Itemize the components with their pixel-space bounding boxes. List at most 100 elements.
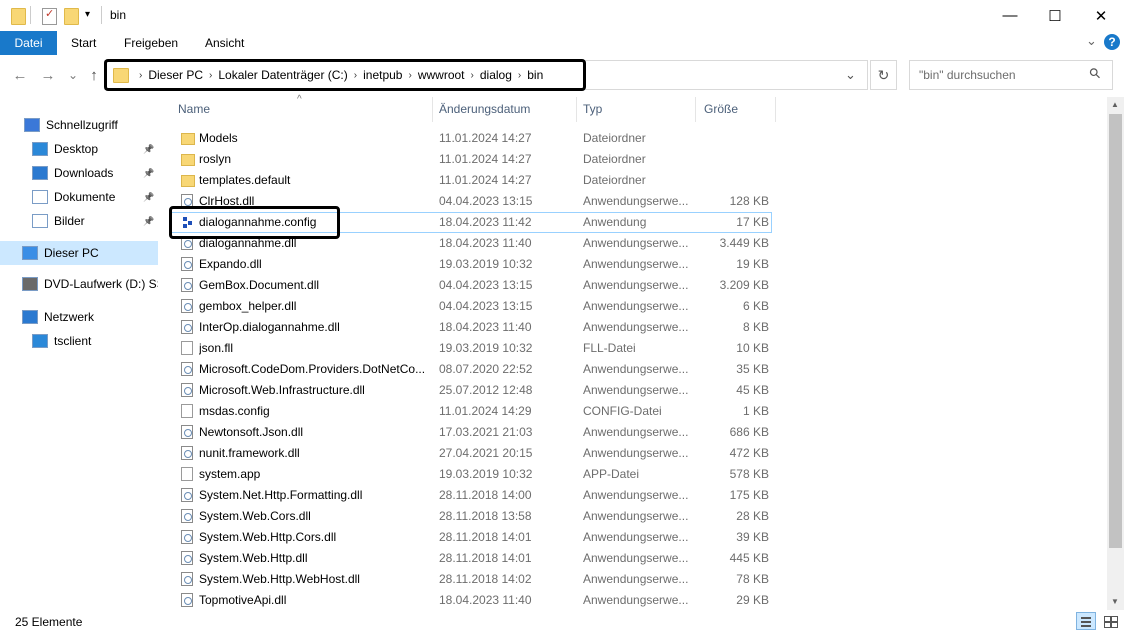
column-divider[interactable] xyxy=(695,97,696,122)
sidebar-item-downloads[interactable]: Downloads 📌 xyxy=(0,161,158,185)
file-type: Dateiordner xyxy=(583,152,646,166)
new-folder-icon[interactable] xyxy=(64,8,79,25)
search-icon[interactable]: ⚲ xyxy=(1085,64,1104,83)
column-divider[interactable] xyxy=(576,97,577,122)
file-row[interactable]: Expando.dll 19.03.2019 10:32 Anwendungserw… xyxy=(171,254,771,275)
tab-freigeben[interactable]: Freigeben xyxy=(124,31,178,55)
file-date: 04.04.2023 13:15 xyxy=(439,299,533,313)
address-dropdown-icon[interactable]: ⌄ xyxy=(845,67,856,83)
file-name: gembox_helper.dll xyxy=(199,299,297,313)
file-row[interactable]: Microsoft.Web.Infrastructure.dll 25.07.20… xyxy=(171,380,771,401)
file-row[interactable]: System.Web.Http.WebHost.dll 28.11.2018 14… xyxy=(171,569,771,590)
dll-file-icon xyxy=(181,299,193,313)
file-date: 11.01.2024 14:27 xyxy=(439,152,532,166)
sidebar-item-desktop[interactable]: Desktop 📌 xyxy=(0,137,158,161)
documents-icon xyxy=(32,190,48,204)
search-input[interactable]: "bin" durchsuchen ⚲ xyxy=(909,60,1113,90)
folder-file-icon xyxy=(181,154,195,166)
sidebar-item-netzwerk[interactable]: Netzwerk xyxy=(0,305,158,329)
file-size: 175 KB xyxy=(729,488,769,502)
file-row[interactable]: msdas.config 11.01.2024 14:29 CONFIG-Datei… xyxy=(171,401,771,422)
file-type: Anwendungserwe... xyxy=(583,446,689,460)
file-row[interactable]: System.Net.Http.Formatting.dll 28.11.2018… xyxy=(171,485,771,506)
column-header-name[interactable]: Name xyxy=(178,97,210,122)
file-row[interactable]: Newtonsoft.Json.dll 17.03.2021 21:03 Anwen… xyxy=(171,422,771,443)
refresh-button[interactable]: ↻ xyxy=(870,60,897,90)
recent-locations-button[interactable]: ⌄ xyxy=(63,65,83,85)
breadcrumb-item[interactable]: dialog xyxy=(480,68,512,82)
file-type: Dateiordner xyxy=(583,131,646,145)
dvd-icon xyxy=(22,277,38,291)
up-button[interactable]: ↑ xyxy=(84,65,104,85)
file-row[interactable]: Models 11.01.2024 14:27 Dateiordner xyxy=(171,128,771,149)
large-icons-view-icon[interactable] xyxy=(1101,613,1119,629)
file-row[interactable]: json.fll 19.03.2019 10:32 FLL-Datei 10 KB xyxy=(171,338,771,359)
breadcrumb-item[interactable]: Lokaler Datenträger (C:) xyxy=(218,68,347,82)
file-row[interactable]: Microsoft.CodeDom.Providers.DotNetCo... 0… xyxy=(171,359,771,380)
breadcrumb-item[interactable]: Dieser PC xyxy=(148,68,203,82)
details-view-icon[interactable] xyxy=(1076,612,1096,630)
pin-icon[interactable]: 📌 xyxy=(143,192,154,203)
properties-icon[interactable]: ✓ xyxy=(42,8,57,25)
file-list: ^ Name Änderungsdatum Typ Größe Models 11… xyxy=(159,94,1107,611)
file-date: 18.04.2023 11:40 xyxy=(439,593,532,607)
file-size: 39 KB xyxy=(736,530,769,544)
file-row[interactable]: gembox_helper.dll 04.04.2023 13:15 Anwendu… xyxy=(171,296,771,317)
ribbon-expand-icon[interactable]: ⌄ xyxy=(1086,33,1097,49)
scroll-up-icon[interactable]: ▲ xyxy=(1111,100,1119,109)
file-size: 686 KB xyxy=(729,425,769,439)
file-row[interactable]: TopmotiveApi.dll 18.04.2023 11:40 Anwendun… xyxy=(171,590,771,611)
quick-access-dropdown-icon[interactable]: ▾ xyxy=(85,9,90,20)
breadcrumb-item[interactable]: wwwroot xyxy=(418,68,465,82)
file-type: Anwendungserwe... xyxy=(583,362,689,376)
file-size: 19 KB xyxy=(736,257,769,271)
dll-file-icon xyxy=(181,572,193,586)
file-row[interactable]: nunit.framework.dll 27.04.2021 20:15 Anwen… xyxy=(171,443,771,464)
file-row[interactable]: system.app 19.03.2019 10:32 APP-Datei 578 K… xyxy=(171,464,771,485)
file-row[interactable]: roslyn 11.01.2024 14:27 Dateiordner xyxy=(171,149,771,170)
file-type: Anwendungserwe... xyxy=(583,425,689,439)
help-icon[interactable]: ? xyxy=(1104,34,1120,50)
forward-button[interactable]: → xyxy=(38,65,58,85)
breadcrumb[interactable]: › Dieser PC › Lokaler Datenträger (C:) ›… xyxy=(104,59,586,91)
column-header-size[interactable]: Größe xyxy=(704,97,738,122)
column-header-date[interactable]: Änderungsdatum xyxy=(439,97,530,122)
sidebar-item-dieser-pc[interactable]: Dieser PC xyxy=(0,241,158,265)
sidebar-item-dokumente[interactable]: Dokumente 📌 xyxy=(0,185,158,209)
back-button[interactable]: ← xyxy=(10,65,30,85)
tab-datei[interactable]: Datei xyxy=(0,31,57,55)
breadcrumb-item[interactable]: inetpub xyxy=(363,68,402,82)
tab-ansicht[interactable]: Ansicht xyxy=(205,31,244,55)
pin-icon[interactable]: 📌 xyxy=(143,144,154,155)
breadcrumb-item[interactable]: bin xyxy=(527,68,543,82)
close-button[interactable]: ✕ xyxy=(1078,0,1124,31)
maximize-button[interactable]: ☐ xyxy=(1032,0,1078,31)
sidebar-item-schnellzugriff[interactable]: Schnellzugriff xyxy=(0,113,158,137)
sidebar-item-bilder[interactable]: Bilder 📌 xyxy=(0,209,158,233)
column-divider[interactable] xyxy=(775,97,776,122)
file-row[interactable]: System.Web.Cors.dll 28.11.2018 13:58 Anwen… xyxy=(171,506,771,527)
file-size: 578 KB xyxy=(729,467,769,481)
file-type: Anwendungserwe... xyxy=(583,320,689,334)
column-header-type[interactable]: Typ xyxy=(583,97,602,122)
file-name: Microsoft.Web.Infrastructure.dll xyxy=(199,383,365,397)
vertical-scrollbar[interactable]: ▲ ▼ xyxy=(1107,97,1124,610)
file-row[interactable]: InterOp.dialogannahme.dll 18.04.2023 11:4… xyxy=(171,317,771,338)
file-row[interactable]: System.Web.Http.Cors.dll 28.11.2018 14:01… xyxy=(171,527,771,548)
file-date: 28.11.2018 14:01 xyxy=(439,551,532,565)
sidebar-item-tsclient[interactable]: tsclient xyxy=(0,329,158,353)
tab-start[interactable]: Start xyxy=(71,31,96,55)
column-divider[interactable] xyxy=(432,97,433,122)
highlight-annotation xyxy=(169,206,340,239)
file-size: 6 KB xyxy=(742,299,769,313)
minimize-button[interactable]: — xyxy=(987,0,1033,31)
pin-icon[interactable]: 📌 xyxy=(143,216,154,227)
file-row[interactable]: System.Web.Http.dll 28.11.2018 14:01 Anwen… xyxy=(171,548,771,569)
sidebar-item-label: Netzwerk xyxy=(44,310,95,324)
pin-icon[interactable]: 📌 xyxy=(143,168,154,179)
sidebar-item-dvd-laufwerk-d-ss[interactable]: DVD-Laufwerk (D:) SS xyxy=(0,272,158,296)
file-row[interactable]: templates.default 11.01.2024 14:27 Dateior… xyxy=(171,170,771,191)
scrollbar-thumb[interactable] xyxy=(1109,114,1122,548)
file-row[interactable]: GemBox.Document.dll 04.04.2023 13:15 Anwen… xyxy=(171,275,771,296)
scroll-down-icon[interactable]: ▼ xyxy=(1111,597,1119,606)
